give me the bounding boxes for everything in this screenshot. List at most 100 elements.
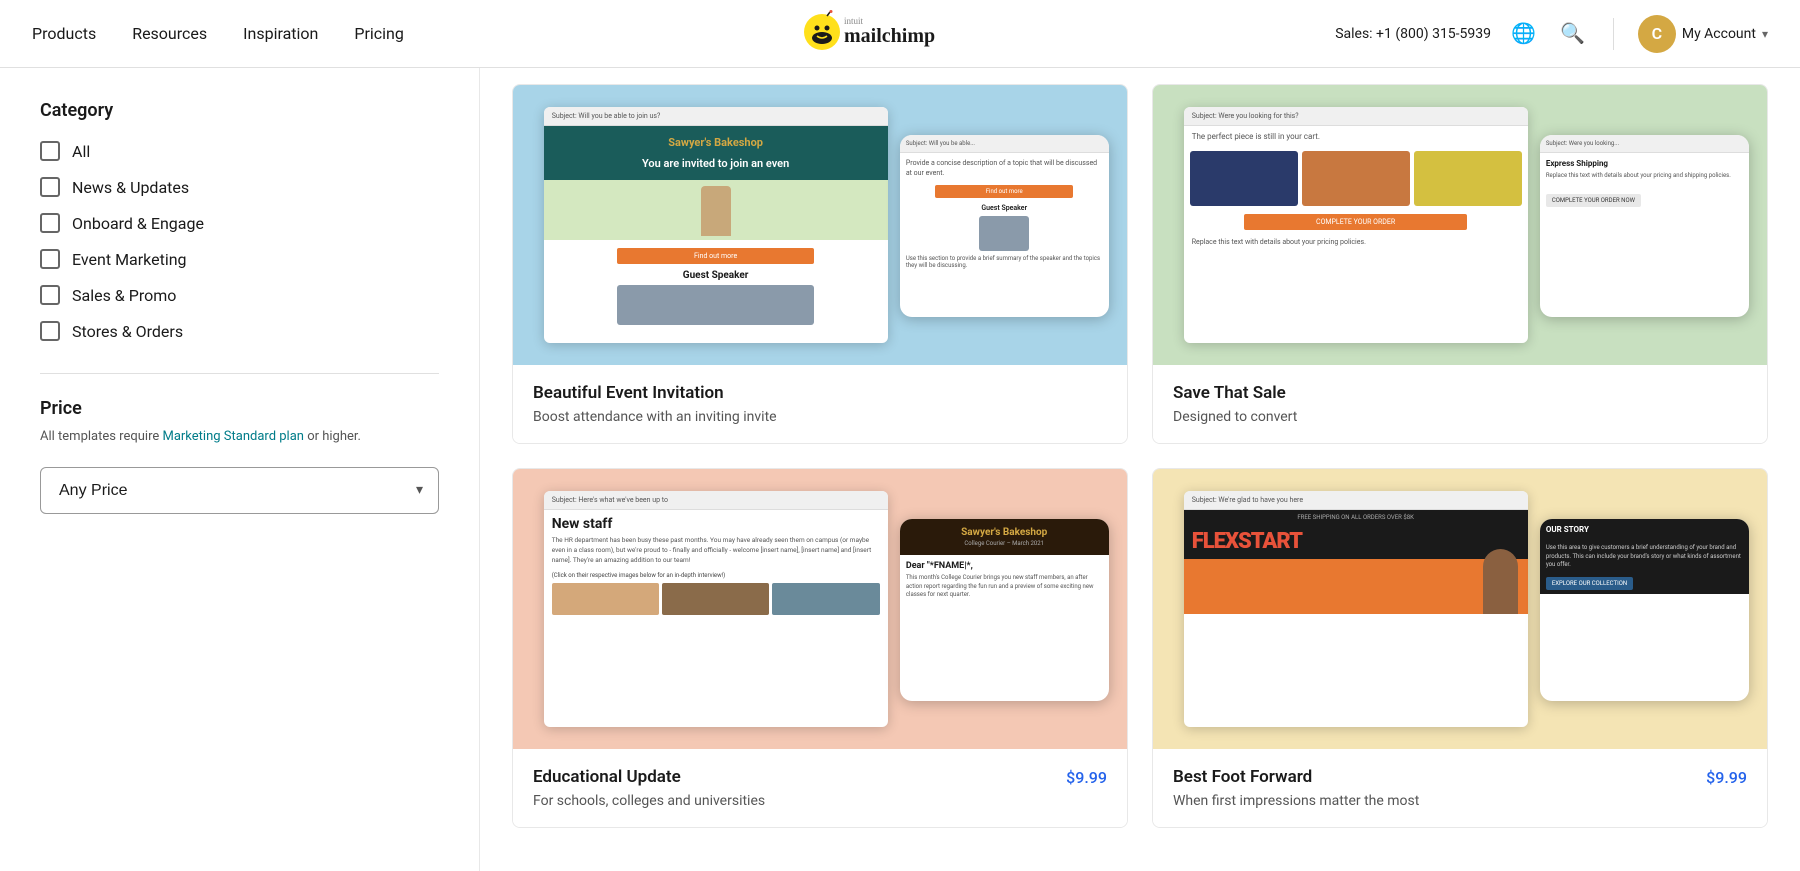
price-note-prefix: All templates require (40, 429, 162, 444)
sawyer-body-phone: Dear "*FNAME|*, This month's College Cou… (900, 555, 1109, 605)
explore-btn: EXPLORE OUR COLLECTION (1546, 577, 1633, 590)
product-3 (1414, 151, 1522, 206)
sawyer-header: Sawyer's Bakeshop College Courier – Marc… (900, 519, 1109, 555)
card-preview-4: Subject: We're glad to have you here FRE… (1153, 469, 1767, 749)
card-info-3: Educational Update $9.99 For schools, co… (513, 749, 1127, 827)
speaker-photo (617, 285, 814, 325)
email-mock-main-2: Subject: Were you looking for this? The … (1184, 107, 1528, 342)
svg-text:mailchimp: mailchimp (844, 25, 935, 47)
phone-text-2: Use this section to provide a brief summ… (906, 255, 1103, 269)
email-mock-main-4: Subject: We're glad to have you here FRE… (1184, 491, 1528, 726)
category-news[interactable]: News & Updates (40, 177, 439, 197)
nav-resources[interactable]: Resources (132, 24, 207, 43)
product-2 (1302, 151, 1410, 206)
phone-header-4: OUR STORY (1540, 519, 1749, 540)
templates-grid: Subject: Will you be able to join us? Sa… (512, 68, 1768, 828)
sidebar: Category All News & Updates Onboard & En… (0, 68, 480, 871)
email-text-2b: Replace this text with details about you… (1192, 238, 1520, 248)
sales-number: Sales: +1 (800) 315-5939 (1335, 26, 1491, 42)
chevron-down-icon: ▾ (1762, 27, 1768, 41)
checkbox-all[interactable] (40, 141, 60, 161)
guest-speaker-label: Guest Speaker (552, 270, 880, 281)
checkbox-sales[interactable] (40, 285, 60, 305)
price-select[interactable]: Any Price Free $9.99 (40, 467, 439, 514)
email-body-2b: Replace this text with details about you… (1184, 238, 1528, 248)
search-icon[interactable]: 🔍 (1556, 17, 1589, 50)
card-title-text-3: Educational Update (533, 767, 681, 787)
card-preview-2: Subject: Were you looking for this? The … (1153, 85, 1767, 365)
email-subject-3: Subject: Here's what we've been up to (544, 491, 888, 510)
card-title-text-4: Best Foot Forward (1173, 767, 1312, 787)
category-event-label: Event Marketing (72, 250, 187, 269)
sawyer-dear: Dear "*FNAME|*, (906, 561, 1103, 571)
card-title-4: Best Foot Forward $9.99 (1173, 767, 1747, 787)
email-subject-4: Subject: We're glad to have you here (1184, 491, 1528, 510)
sawyer-text-phone: This month's College Courier brings you … (906, 574, 1103, 599)
model-silhouette (1483, 549, 1518, 614)
card-title-text-1: Beautiful Event Invitation (533, 383, 724, 403)
hand-graphic (701, 186, 731, 236)
category-stores[interactable]: Stores & Orders (40, 321, 439, 341)
phone-btn-1: Find out more (935, 185, 1073, 198)
price-note-suffix: or higher. (304, 429, 361, 444)
avatar: C (1638, 15, 1676, 53)
price-title: Price (40, 398, 439, 419)
card-preview-3: Subject: Here's what we've been up to Ne… (513, 469, 1127, 749)
category-all[interactable]: All (40, 141, 439, 161)
checkbox-onboard[interactable] (40, 213, 60, 233)
category-sales[interactable]: Sales & Promo (40, 285, 439, 305)
category-event[interactable]: Event Marketing (40, 249, 439, 269)
staff-photo-3 (772, 583, 879, 615)
category-onboard[interactable]: Onboard & Engage (40, 213, 439, 233)
sawyer-name-phone: Sawyer's Bakeshop (908, 527, 1101, 538)
checkbox-news[interactable] (40, 177, 60, 197)
page-layout: Category All News & Updates Onboard & En… (0, 68, 1800, 871)
nav-pricing[interactable]: Pricing (354, 24, 404, 43)
card-price-3: $9.99 (1066, 768, 1107, 787)
staff-photo-2 (662, 583, 769, 615)
user-name: My Account (1682, 26, 1756, 42)
category-sales-label: Sales & Promo (72, 286, 176, 305)
card-description-1: Boost attendance with an inviting invite (533, 409, 1107, 425)
phone-speaker-1: Guest Speaker (906, 204, 1103, 212)
free-shipping-text: FREE SHIPPING ON ALL ORDERS OVER $8K (1192, 514, 1520, 521)
category-onboard-label: Onboard & Engage (72, 214, 204, 233)
phone-body-1: Provide a concise description of a topic… (900, 153, 1109, 275)
phone-body-2: Express Shipping Replace this text with … (1540, 153, 1749, 218)
free-shipping-bar: FREE SHIPPING ON ALL ORDERS OVER $8K (1184, 510, 1528, 525)
newsletter-body: The HR department has been busy these pa… (552, 536, 880, 565)
phone-speaker-photo (979, 216, 1029, 251)
checkbox-stores[interactable] (40, 321, 60, 341)
template-card-flexstart[interactable]: Subject: We're glad to have you here FRE… (1152, 468, 1768, 828)
email-mock-main-1: Subject: Will you be able to join us? Sa… (544, 107, 888, 342)
card-title-3: Educational Update $9.99 (533, 767, 1107, 787)
template-card-save-sale[interactable]: Subject: Were you looking for this? The … (1152, 84, 1768, 444)
flexstart-header: FLEXSTART (1184, 525, 1528, 559)
bakeshop-name: Sawyer's Bakeshop (552, 136, 880, 149)
staff-photos (552, 583, 880, 615)
nav-right: Sales: +1 (800) 315-5939 🌐 🔍 C My Accoun… (1335, 15, 1768, 53)
email-body-1: Find out more Guest Speaker (544, 240, 888, 333)
phone-subject-2: Subject: Were you looking... (1540, 135, 1749, 153)
card-info-1: Beautiful Event Invitation Boost attenda… (513, 365, 1127, 443)
product-1 (1190, 151, 1298, 206)
email-subject-1: Subject: Will you be able to join us? (544, 107, 888, 126)
phone-express-text-2: Replace this text with details about you… (1546, 172, 1743, 180)
our-story-text: Use this area to give customers a brief … (1546, 544, 1743, 569)
user-menu[interactable]: C My Account ▾ (1638, 15, 1768, 53)
nav-products[interactable]: Products (32, 24, 96, 43)
sidebar-divider (40, 373, 439, 374)
phone-text-1: Provide a concise description of a topic… (906, 159, 1103, 179)
price-link[interactable]: Marketing Standard plan (162, 429, 303, 444)
our-story-label: OUR STORY (1546, 525, 1743, 534)
globe-icon[interactable]: 🌐 (1507, 17, 1540, 50)
category-section: Category All News & Updates Onboard & En… (40, 100, 439, 341)
logo[interactable]: intuit mailchimp (800, 10, 1000, 58)
template-card-educational[interactable]: Subject: Here's what we've been up to Ne… (512, 468, 1128, 828)
email-mock-phone-2: Subject: Were you looking... Express Shi… (1540, 135, 1749, 317)
card-title-1: Beautiful Event Invitation (533, 383, 1107, 403)
nav-inspiration[interactable]: Inspiration (243, 24, 318, 43)
main-content: Subject: Will you be able to join us? Sa… (480, 68, 1800, 871)
template-card-event-invite[interactable]: Subject: Will you be able to join us? Sa… (512, 84, 1128, 444)
checkbox-event[interactable] (40, 249, 60, 269)
